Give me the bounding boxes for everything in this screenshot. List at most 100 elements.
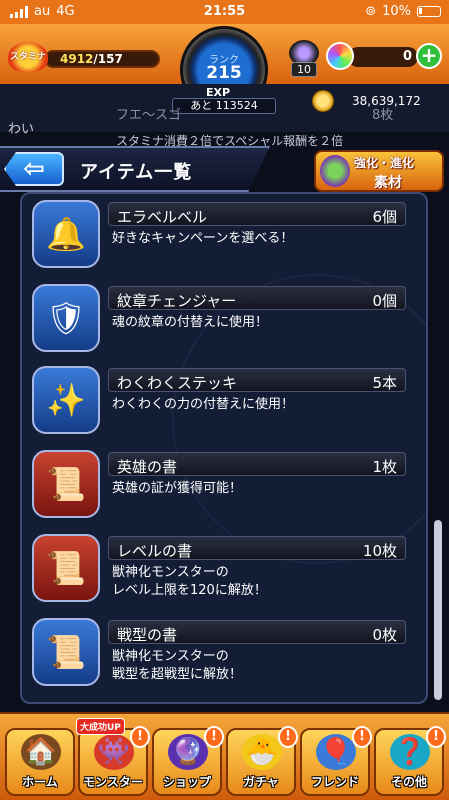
stamina-max: /157 [93,52,123,66]
nav-home[interactable]: 🏠 ホーム [5,728,75,796]
item-name-bar: レベルの書 10枚 [108,536,406,560]
coin-icon [312,90,334,112]
stamina-icon: スタミナ [8,42,48,72]
status-right: ⊚ 10% [365,4,441,19]
item-description: 獣神化モンスターの 戦型を超戦型に解放！ [112,649,243,682]
evo-button-line1: 強化・進化 [354,156,415,170]
gacha-icon: 🐣 [242,734,282,770]
item-description: 好きなキャンペーンを選べる！ [112,231,294,246]
background-item-count: 8枚 [372,108,394,123]
item-name-bar: 紋章チェンジャー 0個 [108,286,406,310]
list-item[interactable]: 📜 英雄の書 1枚英雄の証が獲得可能！ [32,446,408,522]
item-description: わくわくの力の付替えに使用！ [112,397,295,412]
page-title: アイテム一覧 [80,162,193,183]
list-item[interactable]: ✨ わくわくステッキ 5本わくわくの力の付替えに使用！ [32,362,408,438]
item-name-bar: 英雄の書 1枚 [108,452,406,476]
nav-label: ホーム [22,775,58,789]
nav-glyph: ❓ [393,737,427,767]
nav-label: モンスター [83,775,143,789]
item-list-panel[interactable]: 🔔 エラベルベル 6個好きなキャンペーンを選べる！ 🛡 紋章チェンジャー 0個魂の紋章の付… [20,192,428,704]
scrollbar[interactable] [434,198,442,702]
nav-gacha[interactable]: 🐣 ガチャ! [226,726,298,796]
ball-button[interactable]: 10 [287,40,321,80]
item-name: わくわくステッキ [117,374,238,392]
nav-friend[interactable]: 🎈 フレンド! [300,726,372,796]
evo-button-line2: 素材 [374,175,402,191]
scroll-thumb[interactable] [434,520,442,700]
emblem-changer-icon: 🛡 [32,284,100,352]
orb-count: 0 [348,47,418,67]
nav-other[interactable]: ❓ その他! [374,726,446,796]
back-button[interactable]: ⇦ [4,152,64,186]
monster-icon: 👾 [94,734,134,770]
item-count: 0枚 [372,626,397,644]
nav-glyph: 🐣 [245,737,279,767]
nav-shop-orb[interactable]: 🔮 ショップ! [152,726,224,796]
nav-glyph: 🔮 [171,737,205,767]
back-arrow-icon: ⇦ [23,154,45,184]
list-item[interactable]: 📜 戦型の書 0枚獣神化モンスターの 戦型を超戦型に解放！ [32,614,408,690]
item-name-bar: わくわくステッキ 5本 [108,368,406,392]
bell-icon: 🔔 [32,200,100,268]
evolve-materials-button[interactable]: 強化・進化 素材 [314,150,444,192]
item-count: 10枚 [362,542,397,560]
list-item[interactable]: 🛡 紋章チェンジャー 0個魂の紋章の付替えに使用！ [32,280,408,356]
nav-glyph: 🎈 [319,737,353,767]
battery-icon [417,6,441,17]
list-item[interactable]: 🔔 エラベルベル 6個好きなキャンペーンを選べる！ [32,196,408,272]
item-count: 5本 [372,374,397,392]
item-name-bar: エラベルベル 6個 [108,202,406,226]
item-name: 紋章チェンジャー [117,292,237,310]
alert-badge-icon: ! [130,726,150,748]
item-count: 1枚 [372,458,397,476]
other-icon: ❓ [390,734,430,770]
item-description: 英雄の証が獲得可能！ [112,481,243,496]
bottom-nav: 🏠 ホーム 👾 モンスター! 大成功UP 🔮 ショップ! 🐣 ガチャ! 🎈 フレンド! ❓ その他! [0,712,449,800]
item-name: 戦型の書 [117,626,178,644]
page-header: ⇦ アイテム一覧 強化・進化 素材 [0,146,449,196]
hero-book-icon: 📜 [32,450,100,518]
stamina-label: スタミナ [9,52,46,62]
nav-glyph: 👾 [97,737,131,767]
orb-icon [326,42,354,70]
rank-value: 215 [206,63,242,83]
alert-badge-icon: ! [204,726,224,748]
item-glyph: ✨ [46,381,86,419]
shop-orb-icon: 🔮 [168,734,208,770]
battery-percent: 10% [382,4,411,19]
buy-orb-button[interactable]: + [416,43,442,69]
item-glyph: 📜 [46,465,86,503]
item-glyph: 🔔 [46,215,86,253]
promo-badge: 大成功UP [76,718,125,735]
item-name: エラベルベル [117,208,208,226]
item-glyph: 📜 [46,633,86,671]
item-name: 英雄の書 [117,458,178,476]
list-item[interactable]: 📜 レベルの書 10枚 獣神化モンスターの レベル上限を120に解放！ [32,530,408,606]
battle-type-book-icon: 📜 [32,618,100,686]
nav-label: ショップ [162,775,211,789]
status-bar: au 4G 21:55 ⊚ 10% [0,0,449,24]
item-description: 魂の紋章の付替えに使用！ [112,315,269,330]
alert-badge-icon: ! [426,726,446,748]
background-item-row: わい フエ～スゴ 8枚 スタミナ消費２倍でスペシャル報酬を２倍 [0,108,449,150]
orb-counter: 0 + [326,42,442,70]
nav-monster[interactable]: 👾 モンスター! 大成功UP [76,718,150,796]
monster-thumb-icon [320,155,350,187]
friend-icon: 🎈 [316,734,356,770]
stamina-bar: 4912/157 [44,50,160,68]
item-glyph: 🛡 [45,299,87,337]
rotation-lock-icon: ⊚ [365,4,377,19]
item-count: 6個 [372,208,397,226]
level-book-icon: 📜 [32,534,100,602]
background-left-text: わい [8,122,35,137]
item-glyph: 📜 [46,549,86,587]
stamina-gauge[interactable]: 4912/157 スタミナ [8,42,160,72]
nav-label: ガチャ [243,775,279,789]
item-count: 0個 [372,292,397,310]
stamina-current: 4912 [60,52,94,66]
top-hud: 4912/157 スタミナ ランク 215 10 0 + [0,24,449,114]
home-icon: 🏠 [21,734,61,770]
nav-label: その他 [390,775,427,789]
item-name-bar: 戦型の書 0枚 [108,620,406,644]
background-item-name: フエ～スゴ [116,108,182,123]
